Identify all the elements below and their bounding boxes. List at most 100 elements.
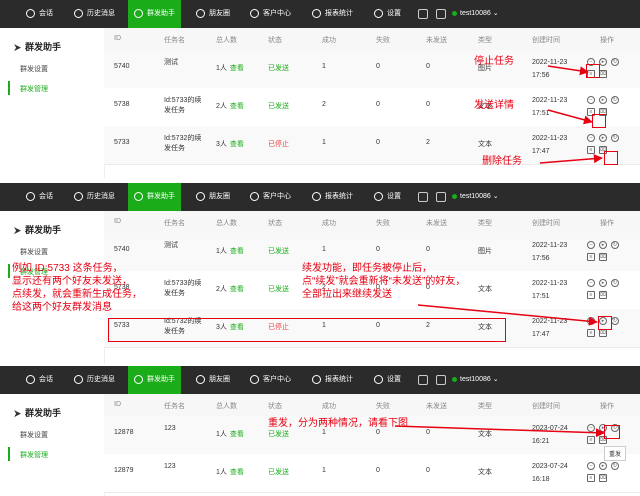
stop-icon[interactable]: – xyxy=(587,96,595,104)
sidebar-item-1[interactable]: 群发管理 xyxy=(20,450,48,460)
nav-label: 群发助手 xyxy=(147,193,175,200)
resend-play-icon[interactable]: ▸ xyxy=(599,58,607,66)
trash-icon[interactable]: ⌧ xyxy=(599,329,607,337)
stop-icon[interactable]: – xyxy=(587,317,595,325)
nav-item-0[interactable]: 会话 xyxy=(20,0,59,28)
resend-play-icon[interactable]: ▸ xyxy=(599,134,607,142)
trash-icon[interactable]: ⌧ xyxy=(599,474,607,482)
detail-doc-icon[interactable]: ≡ xyxy=(587,474,595,482)
refresh-icon[interactable]: ↻ xyxy=(611,317,619,325)
chevron-down-icon[interactable]: ⌄ xyxy=(491,10,499,17)
detail-doc-icon[interactable]: ≡ xyxy=(587,436,595,444)
stop-icon[interactable]: – xyxy=(587,279,595,287)
nav-item-4[interactable]: 客户中心 xyxy=(244,0,297,28)
nav-item-5[interactable]: 报表统计 xyxy=(306,366,359,394)
column-header: 任务名 xyxy=(164,403,185,410)
nav-icon xyxy=(374,191,383,201)
sidebar-title-text: 群发助手 xyxy=(25,42,62,52)
nav-item-4[interactable]: 客户中心 xyxy=(244,183,297,211)
nav-icon xyxy=(26,8,35,18)
cell-total: 1人 查看 xyxy=(216,429,244,439)
window-icon[interactable] xyxy=(418,375,428,385)
nav-item-3[interactable]: 朋友圈 xyxy=(190,366,236,394)
detail-doc-icon[interactable]: ≡ xyxy=(587,146,595,154)
nav-icon xyxy=(312,8,321,18)
cell-created: 2022-11-23 17:47 xyxy=(532,135,568,155)
view-link[interactable]: 查看 xyxy=(230,469,244,476)
total-count: 1人 xyxy=(216,248,227,255)
trash-icon[interactable]: ⌧ xyxy=(599,291,607,299)
refresh-icon[interactable]: ↻ xyxy=(611,96,619,104)
view-link[interactable]: 查看 xyxy=(230,431,244,438)
nav-item-4[interactable]: 客户中心 xyxy=(244,366,297,394)
nav-item-0[interactable]: 会话 xyxy=(20,366,59,394)
refresh-icon[interactable]: ↻ xyxy=(611,279,619,287)
trash-icon[interactable]: ⌧ xyxy=(599,70,607,78)
refresh-icon[interactable]: ↻ xyxy=(611,462,619,470)
nav-label: 客户中心 xyxy=(263,193,291,200)
stop-icon[interactable]: – xyxy=(587,241,595,249)
user-menu[interactable]: test10086 ⌄ xyxy=(452,0,499,28)
resend-play-icon[interactable]: ▸ xyxy=(599,96,607,104)
sidebar-item-0[interactable]: 群发设置 xyxy=(20,430,48,440)
view-link[interactable]: 查看 xyxy=(230,286,244,293)
nav-item-3[interactable]: 朋友圈 xyxy=(190,0,236,28)
stop-icon[interactable]: – xyxy=(587,462,595,470)
sidebar-item-1[interactable]: 群发管理 xyxy=(20,84,48,94)
cell-type: 文本 xyxy=(478,141,492,148)
nav-item-6[interactable]: 设置 xyxy=(368,0,407,28)
stop-icon[interactable]: – xyxy=(587,134,595,142)
chevron-down-icon[interactable]: ⌄ xyxy=(491,193,499,200)
nav-label: 朋友圈 xyxy=(209,193,230,200)
nav-item-0[interactable]: 会话 xyxy=(20,183,59,211)
window-icon[interactable] xyxy=(418,9,428,19)
nav-item-1[interactable]: 历史消息 xyxy=(68,183,121,211)
view-link[interactable]: 查看 xyxy=(230,65,244,72)
row-actions: – ▸ ↻ ≡ ⌧ xyxy=(587,96,627,116)
detail-doc-icon[interactable]: ≡ xyxy=(587,329,595,337)
cell-name: Id:5733的续发任务 xyxy=(164,280,202,297)
refresh-icon[interactable]: ↻ xyxy=(611,241,619,249)
view-link[interactable]: 查看 xyxy=(230,248,244,255)
view-link[interactable]: 查看 xyxy=(230,141,244,148)
view-link[interactable]: 查看 xyxy=(230,103,244,110)
resend-play-icon[interactable]: ▸ xyxy=(599,279,607,287)
cell-name: 123 xyxy=(164,463,176,470)
stop-icon[interactable]: – xyxy=(587,424,595,432)
sidebar-active-bar xyxy=(8,264,10,278)
sidebar-item-0[interactable]: 群发设置 xyxy=(20,64,48,74)
chevron-down-icon[interactable]: ⌄ xyxy=(491,376,499,383)
book-icon[interactable] xyxy=(436,9,446,19)
resend-play-icon[interactable]: ▸ xyxy=(599,241,607,249)
detail-doc-icon[interactable]: ≡ xyxy=(587,291,595,299)
book-icon[interactable] xyxy=(436,192,446,202)
nav-item-5[interactable]: 报表统计 xyxy=(306,0,359,28)
nav-item-2[interactable]: 群发助手 xyxy=(128,366,181,394)
window-icon[interactable] xyxy=(418,192,428,202)
sidebar: 群发助手 群发设置 群发管理 xyxy=(0,394,105,496)
nav-item-6[interactable]: 设置 xyxy=(368,366,407,394)
nav-item-2[interactable]: 群发助手 xyxy=(128,0,181,28)
user-menu[interactable]: test10086 ⌄ xyxy=(452,183,499,211)
refresh-icon[interactable]: ↻ xyxy=(611,134,619,142)
user-menu[interactable]: test10086 ⌄ xyxy=(452,366,499,394)
screenshot-panel: 会话 历史消息 群发助手 朋友圈 客户中心 报表统计 设置 test10086 ⌄ 群发助手 群发… xyxy=(0,0,640,179)
cell-id: 12879 xyxy=(114,467,134,474)
table-row: 12879 123 1人 查看 已发送 1 0 0 文本 2023-07-24 16:18 – ▸ ↻ ≡… xyxy=(104,454,640,493)
nav-item-1[interactable]: 历史消息 xyxy=(68,0,121,28)
nav-item-5[interactable]: 报表统计 xyxy=(306,183,359,211)
status-badge: 已发送 xyxy=(268,248,289,255)
trash-icon[interactable]: ⌧ xyxy=(599,253,607,261)
nav-item-3[interactable]: 朋友圈 xyxy=(190,183,236,211)
cell-total: 1人 查看 xyxy=(216,63,244,73)
nav-item-1[interactable]: 历史消息 xyxy=(68,366,121,394)
resend-play-icon[interactable]: ▸ xyxy=(599,462,607,470)
cell-fail: 0 xyxy=(376,429,380,436)
book-icon[interactable] xyxy=(436,375,446,385)
sidebar-item-0[interactable]: 群发设置 xyxy=(20,247,48,257)
nav-item-6[interactable]: 设置 xyxy=(368,183,407,211)
detail-doc-icon[interactable]: ≡ xyxy=(587,253,595,261)
nav-icon xyxy=(374,8,383,18)
refresh-icon[interactable]: ↻ xyxy=(611,58,619,66)
nav-item-2[interactable]: 群发助手 xyxy=(128,183,181,211)
